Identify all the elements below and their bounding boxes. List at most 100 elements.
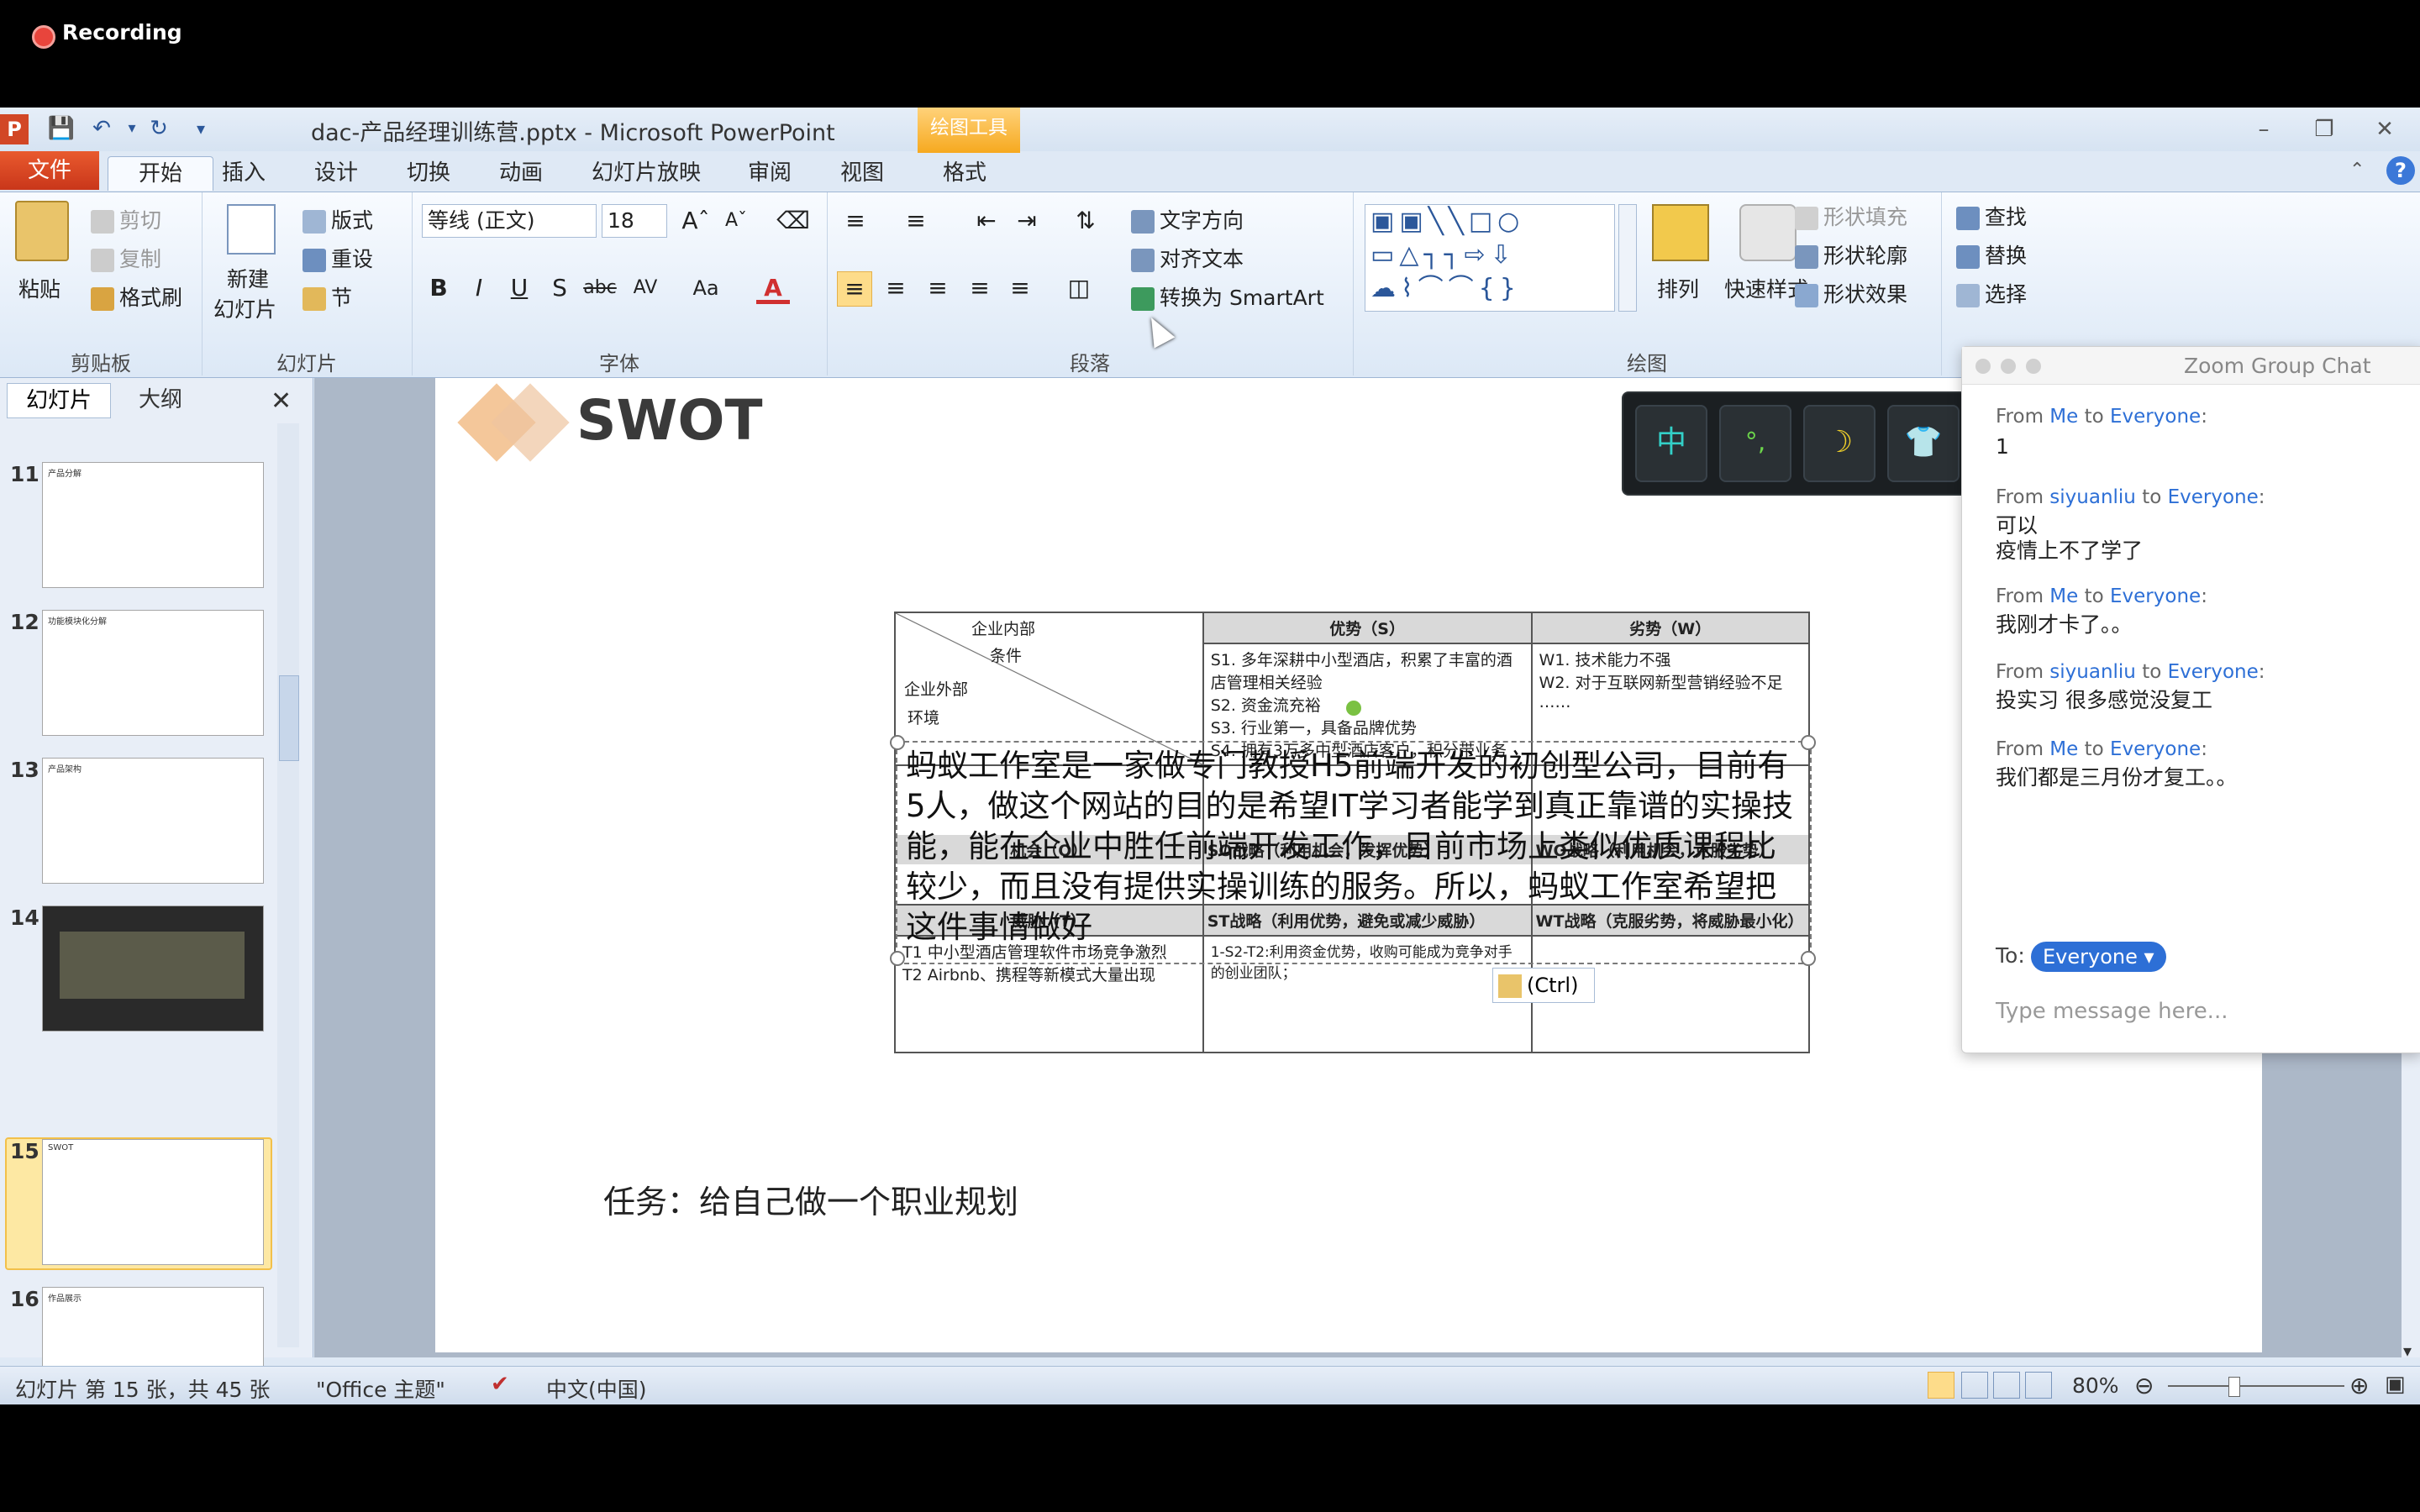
spellcheck-icon[interactable]: ✔ xyxy=(491,1372,509,1397)
shape-fill-button[interactable]: 形状填充 xyxy=(1795,201,1907,231)
chat-message-input[interactable]: Type message here... xyxy=(1996,992,2399,1031)
increase-indent-icon[interactable]: ⇥ xyxy=(1010,204,1044,238)
minimize-icon[interactable]: – xyxy=(2238,113,2289,146)
zoom-out-icon[interactable]: ⊖ xyxy=(2134,1372,2154,1399)
zoom-in-icon[interactable]: ⊕ xyxy=(2349,1372,2369,1399)
tab-format[interactable]: 格式 xyxy=(933,156,997,190)
resize-handle[interactable] xyxy=(890,735,905,750)
align-text-button[interactable]: 对齐文本 xyxy=(1131,243,1244,273)
text-box-content[interactable]: 蚂蚁工作室是一家做专门教授H5前端开发的初创型公司，目前有5人，做这个网站的目的… xyxy=(906,746,1805,948)
close-chat-icon[interactable] xyxy=(1975,359,1991,374)
paste-options-button[interactable]: (Ctrl) xyxy=(1492,968,1595,1003)
ime-skin-icon[interactable]: 👕 xyxy=(1887,405,1960,482)
save-icon[interactable]: 💾 xyxy=(47,114,76,143)
convert-smartart-button[interactable]: 转换为 SmartArt xyxy=(1131,281,1324,312)
slide-thumbnail-current[interactable]: SWOT xyxy=(42,1139,264,1265)
decrease-indent-icon[interactable]: ⇤ xyxy=(970,204,1003,238)
undo-dropdown-icon[interactable]: ▾ xyxy=(118,114,146,143)
close-panel-icon[interactable]: ✕ xyxy=(271,386,292,416)
bold-icon[interactable]: B xyxy=(422,271,455,305)
undo-icon[interactable]: ↶ xyxy=(87,114,116,143)
tab-review[interactable]: 审阅 xyxy=(738,156,802,190)
paste-icon[interactable] xyxy=(15,201,69,261)
character-spacing-icon[interactable]: AV xyxy=(629,271,662,305)
arrange-icon[interactable] xyxy=(1652,204,1709,261)
align-center-icon[interactable]: ≡ xyxy=(879,271,913,305)
shadow-icon[interactable]: S xyxy=(543,271,576,305)
replace-button[interactable]: 替换 xyxy=(1956,239,2027,270)
tab-insert[interactable]: 插入 xyxy=(212,156,276,190)
find-button[interactable]: 查找 xyxy=(1956,201,2027,231)
shape-outline-button[interactable]: 形状轮廓 xyxy=(1795,239,1907,270)
align-right-icon[interactable]: ≡ xyxy=(921,271,955,305)
tab-slideshow[interactable]: 幻灯片放映 xyxy=(581,156,711,190)
columns-icon[interactable]: ◫ xyxy=(1062,271,1096,305)
zoom-slider[interactable] xyxy=(2168,1385,2344,1387)
shapes-gallery-scroll[interactable] xyxy=(1618,204,1637,312)
zoom-level[interactable]: 80% xyxy=(2072,1373,2119,1398)
reset-button[interactable]: 重设 xyxy=(302,243,373,273)
slide-sorter-icon[interactable] xyxy=(1961,1372,1988,1399)
slide-thumbnail[interactable]: 产品分解 xyxy=(42,462,264,588)
layout-button[interactable]: 版式 xyxy=(302,204,373,234)
resize-handle[interactable] xyxy=(1801,735,1816,750)
customize-qat-icon[interactable]: ▾ xyxy=(187,114,215,143)
tab-design[interactable]: 设计 xyxy=(304,156,368,190)
restore-icon[interactable]: ❐ xyxy=(2299,113,2349,146)
zoom-slider-thumb[interactable] xyxy=(2228,1377,2240,1397)
underline-icon[interactable]: U xyxy=(502,271,536,305)
copy-button[interactable]: 复制 xyxy=(91,243,161,273)
tab-slides-panel[interactable]: 幻灯片 xyxy=(7,383,111,418)
change-case-icon[interactable]: Aa xyxy=(689,271,723,305)
slide-thumbnail[interactable] xyxy=(42,906,264,1032)
numbering-icon[interactable]: ≡ xyxy=(899,204,933,238)
strikethrough-icon[interactable]: abc xyxy=(583,271,617,305)
font-color-icon[interactable]: A xyxy=(756,271,790,304)
ime-punctuation-icon[interactable]: °, xyxy=(1719,405,1791,482)
arrange-button[interactable]: 排列 xyxy=(1657,273,1699,303)
align-left-icon[interactable]: ≡ xyxy=(837,271,872,307)
new-slide-icon[interactable] xyxy=(227,204,276,255)
quick-styles-icon[interactable] xyxy=(1739,204,1797,261)
fit-to-window-icon[interactable]: ▣ xyxy=(2385,1372,2406,1397)
powerpoint-app-icon[interactable]: P xyxy=(0,114,29,144)
bullets-icon[interactable]: ≡ xyxy=(839,204,872,238)
grow-font-icon[interactable]: Aˆ xyxy=(679,204,713,238)
slide-thumbnail[interactable]: 功能模块化分解 xyxy=(42,610,264,736)
tab-animations[interactable]: 动画 xyxy=(489,156,553,190)
scroll-down-icon[interactable]: ▾ xyxy=(2403,1341,2412,1361)
tab-view[interactable]: 视图 xyxy=(830,156,894,190)
minimize-ribbon-icon[interactable]: ⌃ xyxy=(2349,160,2365,181)
select-button[interactable]: 选择 xyxy=(1956,278,2027,308)
help-icon[interactable]: ? xyxy=(2386,156,2415,185)
ime-chinese-icon[interactable]: 中 xyxy=(1635,405,1707,482)
clear-formatting-icon[interactable]: ⌫ xyxy=(776,204,810,238)
font-name-combo[interactable]: 等线 (正文) xyxy=(422,204,597,238)
slide-thumbnail[interactable]: 产品架构 xyxy=(42,758,264,884)
slide-title[interactable]: SWOT xyxy=(576,388,762,453)
tab-outline-panel[interactable]: 大纲 xyxy=(114,383,207,417)
tab-home[interactable]: 开始 xyxy=(108,156,213,191)
resize-handle[interactable] xyxy=(890,951,905,966)
resize-handle[interactable] xyxy=(1801,951,1816,966)
new-slide-button[interactable]: 新建 xyxy=(227,263,269,293)
font-size-combo[interactable]: 18 xyxy=(602,204,667,238)
task-text[interactable]: 任务：给自己做一个职业规划 xyxy=(603,1176,1018,1222)
paste-button[interactable]: 粘贴 xyxy=(18,273,60,303)
close-icon[interactable]: ✕ xyxy=(2360,113,2410,146)
shapes-gallery[interactable]: ▣▣╲╲□○ ▭△┐┐⇨⇩ ☁⌇⌒⌒{} xyxy=(1365,204,1615,312)
section-button[interactable]: 节 xyxy=(302,281,352,312)
slideshow-view-icon[interactable] xyxy=(2025,1372,2052,1399)
justify-icon[interactable]: ≡ xyxy=(963,271,997,305)
format-painter-button[interactable]: 格式刷 xyxy=(91,281,182,312)
recipient-dropdown[interactable]: Everyone ▾ xyxy=(2031,942,2166,972)
shape-effects-button[interactable]: 形状效果 xyxy=(1795,278,1907,308)
italic-icon[interactable]: I xyxy=(462,271,496,305)
line-spacing-icon[interactable]: ⇅ xyxy=(1069,204,1102,238)
maximize-chat-icon[interactable] xyxy=(2026,359,2041,374)
theme-name[interactable]: "Office 主题" xyxy=(316,1373,445,1404)
shrink-font-icon[interactable]: Aˇ xyxy=(719,204,753,238)
ime-moon-icon[interactable]: ☽ xyxy=(1803,405,1876,482)
panel-scrollbar[interactable] xyxy=(277,423,299,1347)
minimize-chat-icon[interactable] xyxy=(2001,359,2016,374)
